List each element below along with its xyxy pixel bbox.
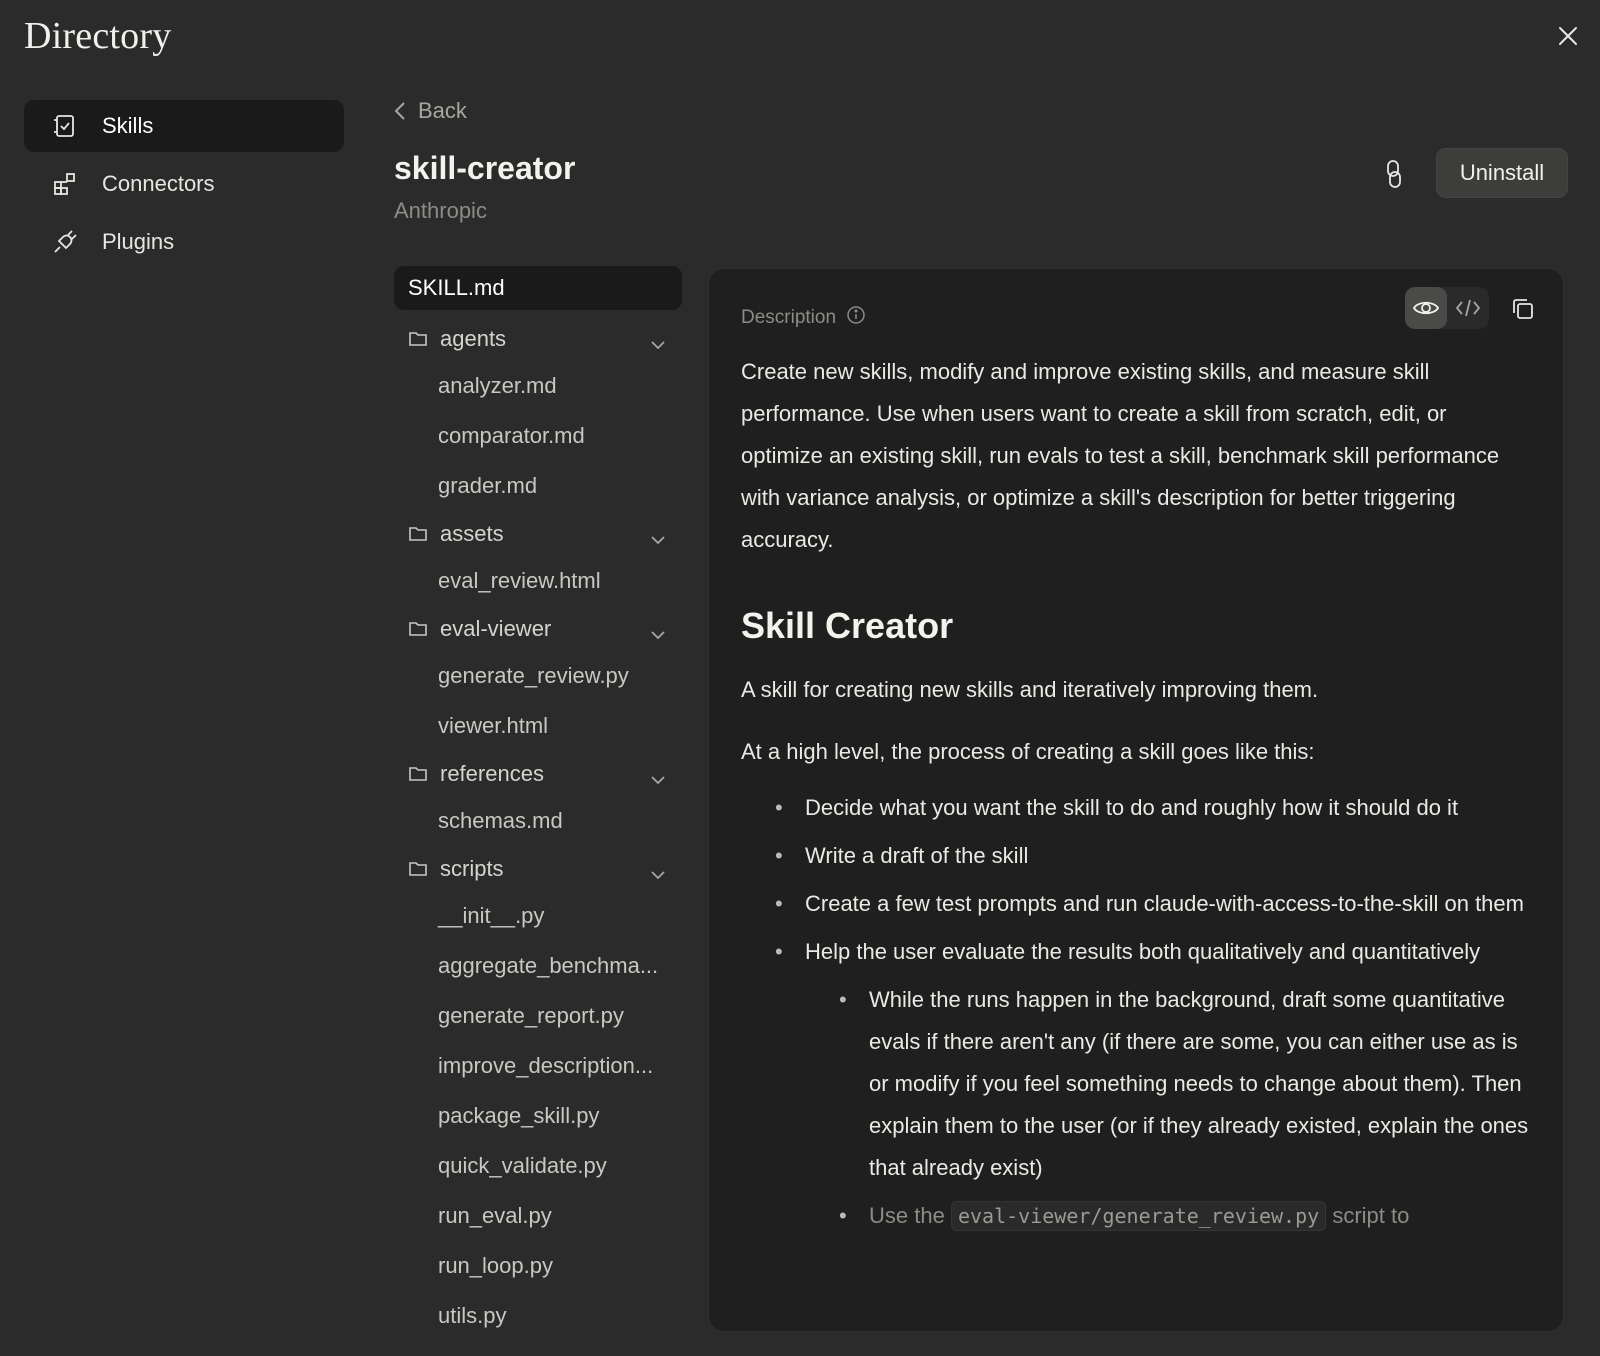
file-item[interactable]: aggregate_benchma...	[394, 941, 682, 991]
folder-eval-viewer[interactable]: eval-viewer	[394, 606, 682, 651]
folder-references[interactable]: references	[394, 751, 682, 796]
uninstall-button[interactable]: Uninstall	[1436, 148, 1568, 198]
file-item[interactable]: __init__.py	[394, 891, 682, 941]
content-panel: Description Create new skills, modify an…	[708, 268, 1564, 1332]
list-item: Use the eval-viewer/generate_review.py s…	[741, 1195, 1541, 1237]
back-label: Back	[418, 98, 467, 123]
code-snippet: eval-viewer/generate_review.py	[950, 1201, 1327, 1231]
list-item: Create a few test prompts and run claude…	[741, 883, 1541, 925]
folder-icon	[408, 525, 428, 543]
file-item[interactable]: improve_description...	[394, 1041, 682, 1091]
file-item[interactable]: utils.py	[394, 1291, 682, 1330]
folder-label: assets	[440, 520, 504, 546]
list-item: Help the user evaluate the results both …	[741, 931, 1541, 973]
back-link[interactable]: Back	[394, 98, 467, 124]
description-text: Create new skills, modify and improve ex…	[741, 359, 1500, 552]
close-button[interactable]	[1552, 20, 1584, 52]
grid-plus-icon	[52, 171, 78, 197]
file-item[interactable]: eval_review.html	[394, 556, 682, 606]
description-label: Description	[741, 305, 866, 331]
chevron-down-icon[interactable]	[650, 860, 666, 886]
sidebar-item-label: Connectors	[102, 171, 215, 196]
app-title: Directory	[24, 15, 172, 57]
content-paragraph: At a high level, the process of creating…	[741, 739, 1315, 764]
chevron-left-icon	[394, 102, 405, 120]
folder-icon	[408, 620, 428, 638]
page-title: skill-creator	[394, 150, 576, 186]
copy-button[interactable]	[1509, 295, 1537, 323]
list-item-text: Use the	[869, 1203, 945, 1228]
chevron-down-icon[interactable]	[650, 765, 666, 791]
folder-icon	[408, 330, 428, 348]
file-item[interactable]: generate_review.py	[394, 651, 682, 701]
content-paragraph: A skill for creating new skills and iter…	[741, 677, 1319, 702]
file-item[interactable]: package_skill.py	[394, 1091, 682, 1141]
file-item[interactable]: generate_report.py	[394, 991, 682, 1041]
file-item[interactable]: run_eval.py	[394, 1191, 682, 1241]
close-icon	[1559, 27, 1577, 45]
folder-icon	[408, 765, 428, 783]
chevron-down-icon[interactable]	[650, 620, 666, 646]
file-skill-md[interactable]: SKILL.md	[394, 266, 682, 310]
folder-label: references	[440, 760, 544, 786]
preview-toggle[interactable]	[1405, 287, 1447, 329]
list-item-text: script to	[1332, 1203, 1410, 1228]
description-label-text: Description	[741, 307, 837, 328]
folder-agents[interactable]: agents	[394, 316, 682, 361]
sidebar-item-skills[interactable]: Skills	[24, 100, 344, 152]
code-icon	[1455, 299, 1481, 317]
sidebar-item-label: Skills	[102, 113, 154, 138]
folder-label: agents	[440, 325, 507, 351]
view-toggle	[1405, 287, 1489, 329]
content-heading: Skill Creator	[741, 605, 954, 646]
folder-icon	[408, 860, 428, 878]
list-item: While the runs happen in the background,…	[741, 979, 1541, 1189]
bullet-list: Decide what you want the skill to do and…	[741, 787, 1541, 1243]
skill-author: Anthropic	[394, 198, 487, 223]
scroll-icon	[52, 113, 78, 139]
folder-label: eval-viewer	[440, 615, 552, 641]
file-item[interactable]: comparator.md	[394, 411, 682, 461]
sidebar-item-label: Plugins	[102, 229, 175, 254]
sidebar-item-connectors[interactable]: Connectors	[24, 158, 344, 210]
code-toggle[interactable]	[1447, 287, 1489, 329]
folder-label: scripts	[440, 855, 504, 881]
link-icon	[1387, 160, 1401, 188]
sidebar-item-plugins[interactable]: Plugins	[24, 216, 344, 268]
file-item[interactable]: schemas.md	[394, 796, 682, 846]
file-item[interactable]: viewer.html	[394, 701, 682, 751]
file-tree: SKILL.md agents analyzer.md comparator.md g…	[394, 266, 682, 1330]
list-item: Decide what you want the skill to do and…	[741, 787, 1541, 829]
file-item[interactable]: analyzer.md	[394, 361, 682, 411]
chevron-down-icon[interactable]	[650, 330, 666, 356]
folder-assets[interactable]: assets	[394, 511, 682, 556]
info-icon[interactable]	[846, 305, 866, 331]
list-item: Write a draft of the skill	[741, 835, 1541, 877]
file-item[interactable]: run_loop.py	[394, 1241, 682, 1291]
file-item[interactable]: quick_validate.py	[394, 1141, 682, 1191]
copy-icon	[1513, 299, 1533, 319]
copy-link-button[interactable]	[1380, 158, 1408, 190]
sidebar-nav: Skills Connectors Plugins	[24, 100, 344, 274]
chevron-down-icon[interactable]	[650, 525, 666, 551]
folder-scripts[interactable]: scripts	[394, 846, 682, 891]
plug-icon	[52, 229, 78, 255]
file-item[interactable]: grader.md	[394, 461, 682, 511]
eye-icon	[1412, 301, 1440, 315]
